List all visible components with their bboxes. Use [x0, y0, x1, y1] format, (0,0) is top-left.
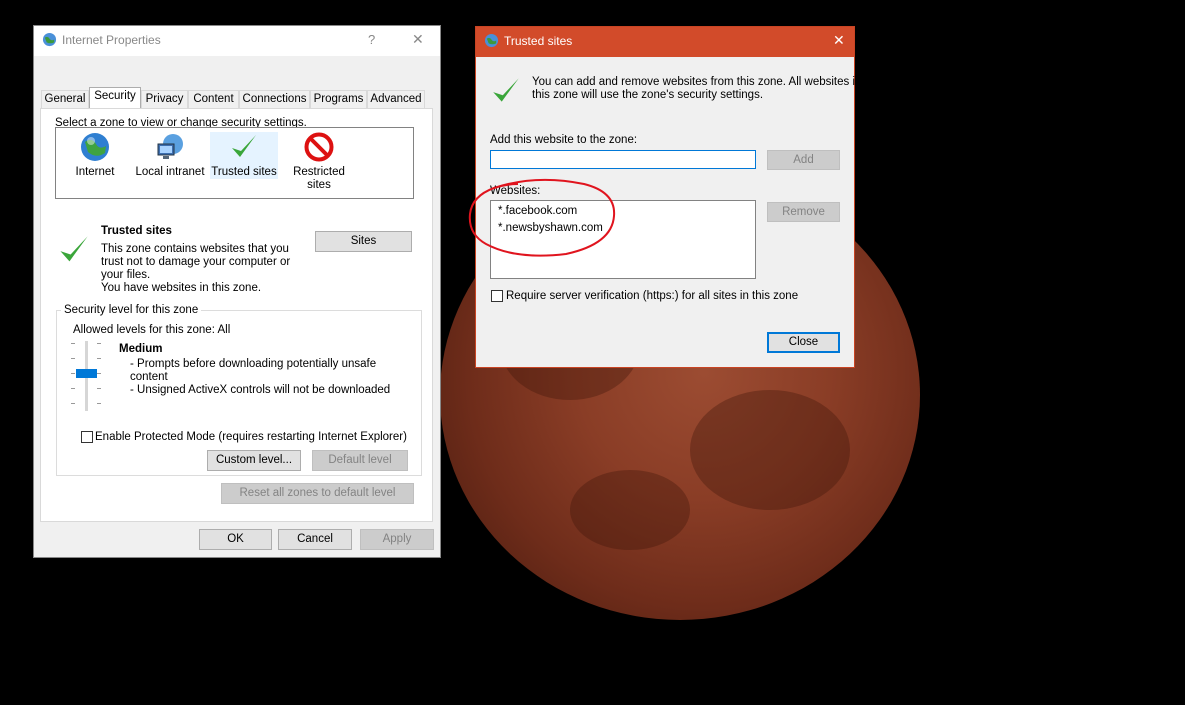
zone-label: Trusted sites — [211, 166, 277, 178]
info-text-line: You can add and remove websites from thi… — [532, 76, 862, 88]
trusted-sites-titlebar[interactable]: Trusted sites ✕ — [476, 27, 854, 57]
internet-options-icon — [42, 32, 57, 47]
require-https-checkbox[interactable] — [491, 290, 503, 302]
security-level-slider[interactable] — [71, 341, 101, 413]
zone-description-line: trust not to damage your computer or — [101, 256, 291, 268]
level-name: Medium — [119, 343, 163, 355]
tab-advanced[interactable]: Advanced — [367, 90, 425, 108]
internet-properties-titlebar[interactable]: Internet Properties ? ✕ — [34, 26, 440, 56]
zone-label: Local intranet — [135, 166, 205, 178]
checkmark-icon — [493, 78, 519, 102]
remove-button[interactable]: Remove — [767, 202, 840, 222]
window-title: Internet Properties — [62, 33, 161, 47]
zone-label: Internet — [75, 166, 115, 178]
zone-restricted-sites[interactable]: Restricted sites — [282, 132, 356, 192]
allowed-levels-label: Allowed levels for this zone: All — [73, 324, 231, 336]
tab-programs[interactable]: Programs — [310, 90, 367, 108]
zone-local-intranet[interactable]: Local intranet — [132, 132, 208, 179]
checkmark-icon — [232, 135, 256, 157]
require-https-label: Require server verification (https:) for… — [506, 290, 799, 302]
protected-mode-label: Enable Protected Mode (requires restarti… — [95, 431, 407, 443]
zone-label: Restricted sites — [293, 166, 345, 191]
ok-button[interactable]: OK — [199, 529, 272, 550]
add-website-label: Add this website to the zone: — [490, 134, 638, 146]
tab-security[interactable]: Security — [89, 87, 141, 109]
close-button[interactable]: Close — [767, 332, 840, 353]
info-text-line: this zone will use the zone's security s… — [532, 89, 764, 101]
zone-internet[interactable]: Internet — [60, 132, 130, 179]
level-description-line: content — [130, 371, 168, 383]
zone-trusted-sites[interactable]: Trusted sites — [210, 132, 278, 179]
close-icon[interactable]: ✕ — [833, 32, 845, 49]
default-level-button[interactable]: Default level — [312, 450, 408, 471]
trusted-sites-checkmark-icon — [60, 236, 88, 262]
cancel-button[interactable]: Cancel — [278, 529, 352, 550]
zone-description-line: This zone contains websites that you — [101, 243, 289, 255]
close-icon[interactable]: ✕ — [412, 31, 424, 48]
protected-mode-checkbox[interactable] — [81, 431, 93, 443]
security-tab-panel: Select a zone to view or change security… — [40, 108, 433, 522]
add-website-input[interactable] — [490, 150, 756, 169]
tab-content[interactable]: Content — [188, 90, 239, 108]
zone-description-line: You have websites in this zone. — [101, 282, 262, 294]
slider-thumb[interactable] — [76, 369, 97, 378]
zone-list[interactable]: Internet Local intranet Trusted sites Re… — [55, 127, 414, 199]
level-description-line: - Unsigned ActiveX controls will not be … — [130, 384, 391, 396]
annotation-circle — [468, 178, 616, 257]
custom-level-button[interactable]: Custom level... — [207, 450, 301, 471]
tab-privacy[interactable]: Privacy — [141, 90, 188, 108]
security-level-group-label: Security level for this zone — [61, 304, 202, 316]
add-button[interactable]: Add — [767, 150, 840, 170]
dialog-title: Trusted sites — [504, 34, 573, 48]
tab-connections[interactable]: Connections — [239, 90, 310, 108]
internet-properties-window: Internet Properties ? ✕ General Security… — [33, 25, 441, 558]
apply-button[interactable]: Apply — [360, 529, 434, 550]
internet-options-icon — [484, 33, 499, 48]
sites-button[interactable]: Sites — [315, 231, 412, 252]
zone-title: Trusted sites — [101, 225, 172, 237]
network-icon — [157, 134, 183, 159]
level-description-line: - Prompts before downloading potentially… — [130, 358, 377, 370]
prohibited-icon — [304, 132, 334, 162]
help-button[interactable]: ? — [368, 32, 375, 47]
globe-icon — [81, 133, 109, 161]
tab-general[interactable]: General — [41, 90, 89, 108]
reset-all-zones-button[interactable]: Reset all zones to default level — [221, 483, 414, 504]
zone-description-line: your files. — [101, 269, 151, 281]
